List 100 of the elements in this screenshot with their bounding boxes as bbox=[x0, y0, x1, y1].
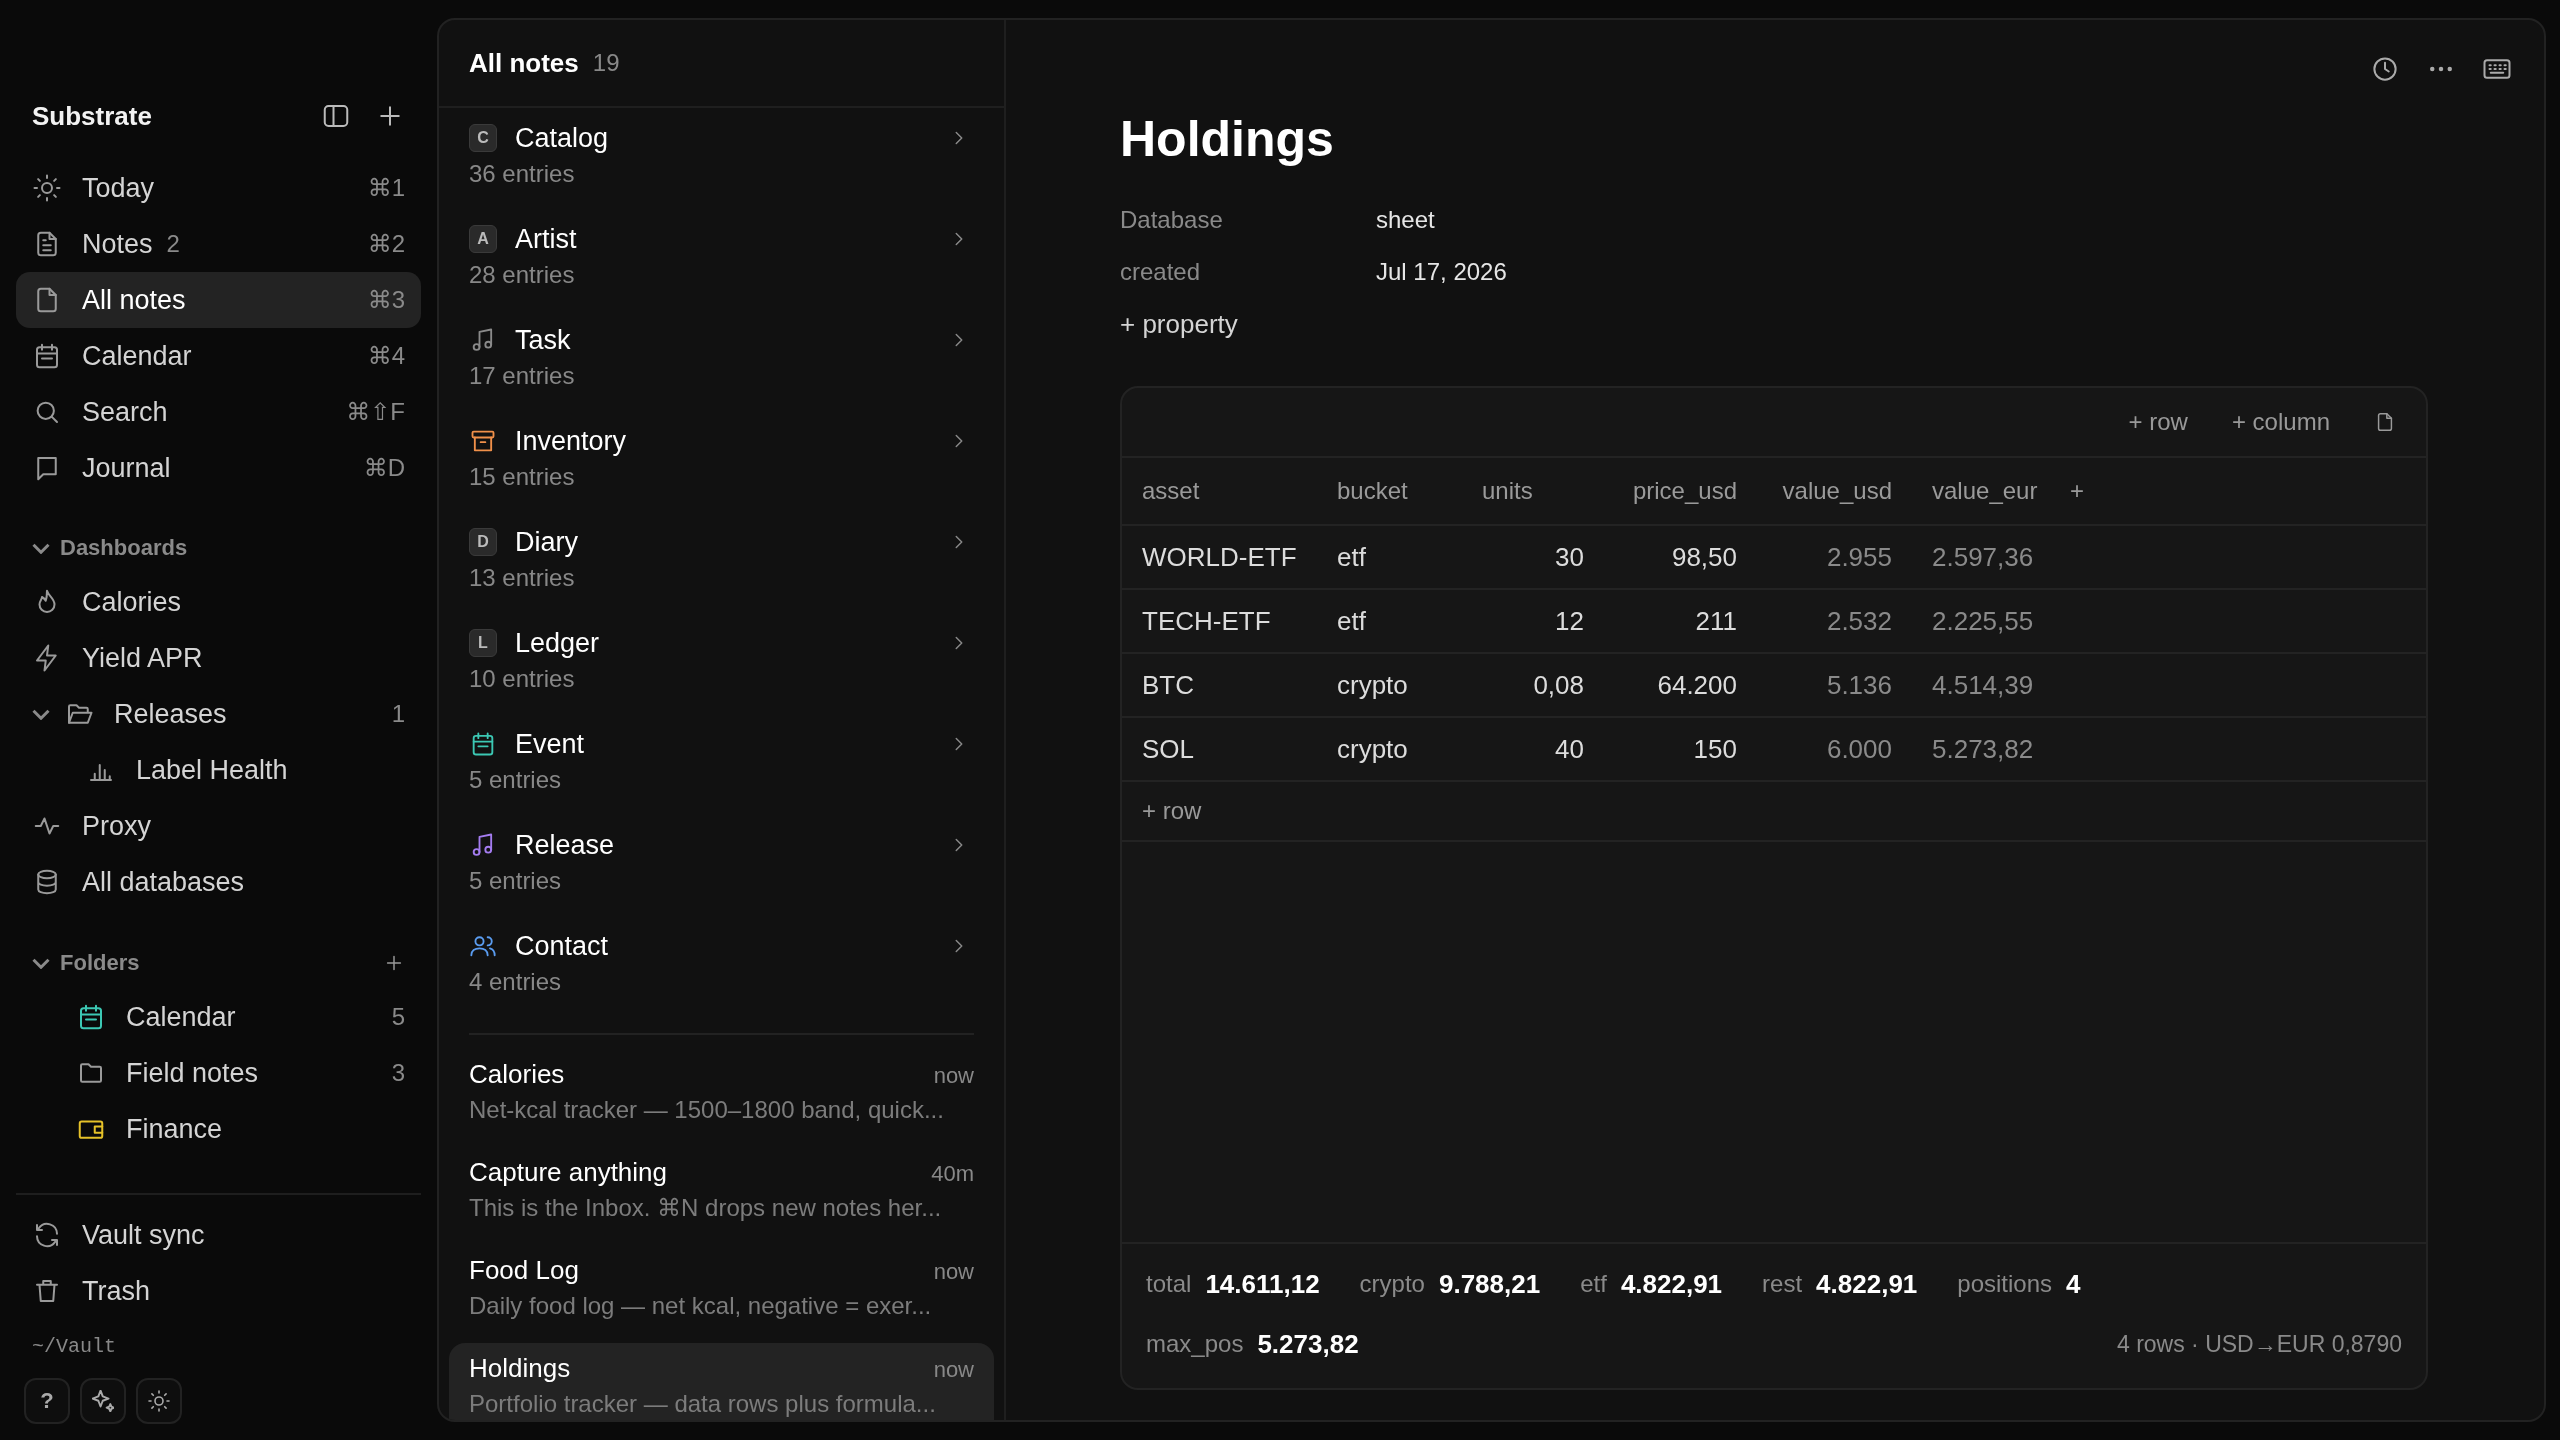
database-item[interactable]: Contact 4 entries bbox=[469, 924, 974, 1025]
database-item[interactable]: A Artist 28 entries bbox=[469, 217, 974, 318]
sparkles-icon bbox=[92, 1390, 114, 1412]
stat-label: etf bbox=[1580, 1270, 1607, 1298]
database-name: Contact bbox=[515, 930, 609, 962]
letter-badge: D bbox=[469, 528, 497, 556]
app-title: Substrate bbox=[32, 100, 152, 132]
add-column-button[interactable]: + bbox=[2070, 477, 2110, 505]
database-item[interactable]: Release 5 entries bbox=[469, 823, 974, 924]
nav-item[interactable]: Search ⌘⇧F bbox=[16, 384, 421, 440]
table-cell-text: 12 bbox=[1554, 605, 1584, 637]
section-title: Dashboards bbox=[60, 535, 188, 561]
database-item[interactable]: L Ledger 10 entries bbox=[469, 621, 974, 722]
add-row-link[interactable]: + row bbox=[1142, 797, 1202, 825]
database-name: Diary bbox=[515, 526, 578, 558]
sidebar-item[interactable]: Trash bbox=[16, 1263, 421, 1319]
history-icon[interactable] bbox=[2370, 54, 2400, 84]
section-header[interactable]: Folders bbox=[16, 943, 421, 983]
shortcut: ⌘⇧F bbox=[346, 398, 405, 426]
theme-button[interactable] bbox=[136, 1378, 182, 1424]
sidebar-item[interactable]: Proxy bbox=[16, 798, 421, 854]
note-item[interactable]: Calories now Net-kcal tracker — 1500–1800 band, quick... bbox=[449, 1049, 994, 1147]
property-value: Jul 17, 2026 bbox=[1376, 258, 1507, 286]
folder-item[interactable]: Field notes 3 bbox=[16, 1045, 421, 1101]
column-header[interactable]: value_usd bbox=[1737, 477, 1892, 505]
table-cell-text: 30 bbox=[1554, 541, 1584, 573]
item-label: Proxy bbox=[82, 810, 152, 842]
table-cell-text: SOL bbox=[1142, 733, 1196, 765]
help-button[interactable]: ? bbox=[24, 1378, 70, 1424]
section-header[interactable]: Dashboards bbox=[16, 528, 421, 568]
nav-label: Journal bbox=[82, 452, 171, 484]
column-header[interactable]: value_eur bbox=[1892, 477, 2070, 505]
item-label: Label Health bbox=[136, 754, 288, 786]
table-cell-text: 0,08 bbox=[1532, 669, 1584, 701]
sidebar-item[interactable]: Calories bbox=[16, 574, 421, 630]
ai-button[interactable] bbox=[80, 1378, 126, 1424]
note-time: 40m bbox=[931, 1161, 974, 1187]
column-header[interactable]: bucket bbox=[1337, 477, 1457, 505]
sidebar-item[interactable]: Vault sync bbox=[16, 1207, 421, 1263]
nav-item[interactable]: Notes 2 ⌘2 bbox=[16, 216, 421, 272]
note-item[interactable]: Food Log now Daily food log — net kcal, negative = exer... bbox=[449, 1245, 994, 1343]
shortcut: ⌘4 bbox=[367, 342, 405, 370]
database-item[interactable]: Task 17 entries bbox=[469, 318, 974, 419]
note-title: Capture anything bbox=[469, 1157, 668, 1188]
count: 1 bbox=[391, 700, 405, 728]
folder-item[interactable]: Calendar 5 bbox=[16, 989, 421, 1045]
item-label: All databases bbox=[82, 866, 245, 898]
toolbar-link[interactable]: + row bbox=[2128, 408, 2188, 436]
column-header[interactable]: units bbox=[1457, 477, 1584, 505]
note-snippet: Net-kcal tracker — 1500–1800 band, quick... bbox=[469, 1096, 945, 1124]
nav-label: All notes bbox=[82, 284, 186, 316]
sun-icon bbox=[32, 173, 62, 203]
database-item[interactable]: D Diary 13 entries bbox=[469, 520, 974, 621]
table-cell-text: crypto bbox=[1337, 669, 1409, 701]
list-title: All notes bbox=[469, 47, 579, 79]
folder-label: Field notes bbox=[126, 1057, 259, 1089]
shortcut: ⌘3 bbox=[367, 286, 405, 314]
note-title: Holdings bbox=[469, 1353, 571, 1384]
table-cell-text: 6.000 bbox=[1825, 733, 1892, 765]
entry-count: 13 entries bbox=[469, 564, 576, 592]
sidebar-item[interactable]: All databases bbox=[16, 854, 421, 910]
note-snippet: Daily food log — net kcal, negative = exer... bbox=[469, 1292, 933, 1320]
toolbar-link[interactable]: + column bbox=[2231, 408, 2330, 436]
summary-text: 4 rows · USD→EUR 0,8790 bbox=[2116, 1330, 2402, 1358]
count: 3 bbox=[391, 1059, 405, 1087]
table-cell-text: 2.225,55 bbox=[1931, 605, 2035, 637]
sidebar-item[interactable]: Releases 1 bbox=[16, 686, 421, 742]
sidebar-item[interactable]: Label Health bbox=[16, 742, 421, 798]
note-item[interactable]: Holdings now Portfolio tracker — data rows plus formula... bbox=[449, 1343, 994, 1420]
column-header[interactable]: asset bbox=[1142, 477, 1337, 505]
table-cell-text: etf bbox=[1337, 541, 1367, 573]
nav-item[interactable]: All notes ⌘3 bbox=[16, 272, 421, 328]
table-cell-text: 2.597,36 bbox=[1931, 541, 2035, 573]
item-label: Trash bbox=[82, 1275, 150, 1307]
sidebar-item[interactable]: Yield APR bbox=[16, 630, 421, 686]
note-title: Food Log bbox=[469, 1255, 579, 1286]
nav-label: Search bbox=[82, 396, 168, 428]
nav-item[interactable]: Journal ⌘D bbox=[16, 440, 421, 496]
note-snippet: Portfolio tracker — data rows plus formula... bbox=[469, 1390, 937, 1418]
table-cell-text: 211 bbox=[1694, 605, 1737, 637]
table-cell-text: 2.955 bbox=[1825, 541, 1892, 573]
stat-label: total bbox=[1146, 1270, 1192, 1298]
shortcut: ⌘D bbox=[363, 454, 405, 482]
database-name: Event bbox=[515, 728, 585, 760]
database-item[interactable]: Event 5 entries bbox=[469, 722, 974, 823]
note-snippet: This is the Inbox. ⌘N drops new notes her... bbox=[469, 1194, 943, 1222]
table-cell-text: etf bbox=[1337, 605, 1367, 637]
table-cell-text: crypto bbox=[1337, 733, 1409, 765]
entry-count: 10 entries bbox=[469, 665, 576, 693]
database-name: Inventory bbox=[515, 425, 627, 457]
database-item[interactable]: Inventory 15 entries bbox=[469, 419, 974, 520]
nav-item[interactable]: Calendar ⌘4 bbox=[16, 328, 421, 384]
nav-item[interactable]: Today ⌘1 bbox=[16, 160, 421, 216]
shortcut: ⌘1 bbox=[367, 174, 405, 202]
add-property-link[interactable]: + property bbox=[1120, 298, 1238, 350]
item-label: Vault sync bbox=[82, 1219, 205, 1251]
note-item[interactable]: Capture anything 40m This is the Inbox. ⌘N drops new notes her... bbox=[449, 1147, 994, 1245]
database-item[interactable]: C Catalog 36 entries bbox=[469, 116, 974, 217]
column-header[interactable]: price_usd bbox=[1584, 477, 1737, 505]
folder-item[interactable]: Finance bbox=[16, 1101, 421, 1157]
